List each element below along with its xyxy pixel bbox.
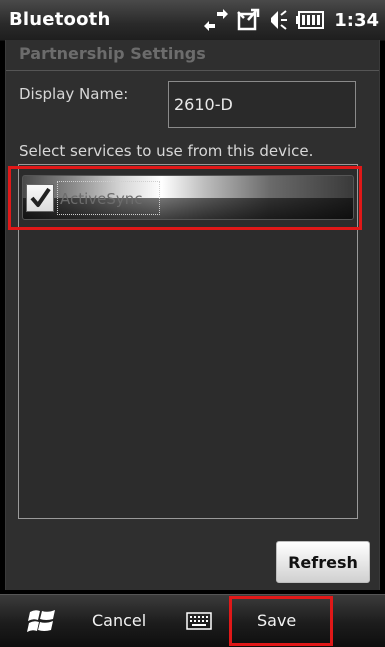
service-item-activesync[interactable]: ActiveSync [22, 175, 354, 220]
partnership-settings-panel: Partnership Settings Display Name: Selec… [5, 40, 380, 590]
service-checkbox[interactable] [26, 184, 54, 212]
save-softkey[interactable]: Save [257, 595, 296, 647]
status-bar: Bluetooth 1:34 [0, 0, 385, 41]
refresh-button[interactable]: Refresh [276, 541, 370, 583]
app-title: Bluetooth [9, 9, 111, 30]
volume-icon [268, 9, 288, 31]
battery-icon [296, 11, 325, 29]
signal-icon [236, 8, 260, 32]
checkmark-icon [30, 187, 51, 207]
softkey-bar: Cancel Save [0, 594, 385, 647]
cancel-softkey[interactable]: Cancel [92, 595, 146, 647]
keyboard-icon[interactable] [186, 612, 212, 630]
service-label: ActiveSync [57, 181, 160, 215]
sync-arrows-icon [204, 9, 229, 31]
display-name-input[interactable] [168, 81, 356, 128]
services-prompt: Select services to use from this device. [19, 142, 314, 160]
status-icons: 1:34 [204, 6, 379, 34]
services-list[interactable]: ActiveSync [18, 164, 358, 519]
device-screen: Bluetooth 1:34 Partnership Settings Disp… [0, 0, 385, 647]
section-divider [6, 70, 379, 71]
windows-start-icon[interactable] [27, 606, 57, 636]
clock: 1:34 [334, 9, 379, 31]
section-title: Partnership Settings [19, 44, 206, 63]
display-name-label: Display Name: [19, 85, 129, 103]
